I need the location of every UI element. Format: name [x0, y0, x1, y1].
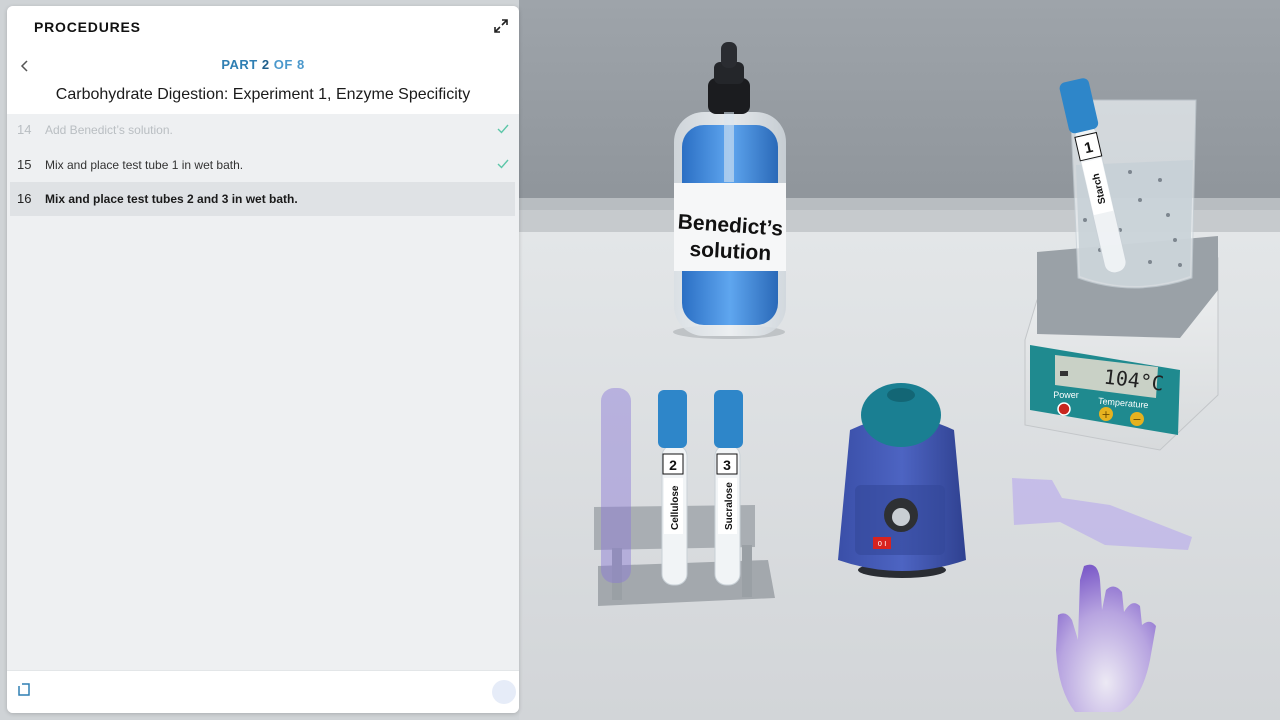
panel-footer	[7, 670, 519, 713]
export-icon[interactable]	[16, 681, 32, 697]
power-button[interactable]	[1057, 402, 1071, 416]
power-label: Power	[1053, 390, 1079, 400]
tube-2-number: 2	[669, 457, 677, 473]
part-indicator: PART 2 OF 8	[7, 57, 519, 72]
tube-3-label: Sucralose	[724, 482, 735, 530]
step-16[interactable]: 16 Mix and place test tubes 2 and 3 in w…	[10, 182, 515, 216]
plus-icon: +	[1101, 408, 1110, 421]
tube-3-number: 3	[723, 457, 731, 473]
test-tube-2[interactable]: 2 Cellulose	[658, 390, 688, 586]
part-prefix: PART	[221, 57, 258, 72]
procedures-panel: PROCEDURES PART 2 OF 8 Carbohydrate Dige…	[7, 6, 519, 713]
expand-icon[interactable]	[493, 18, 509, 34]
step-number: 14	[17, 122, 32, 137]
step-15[interactable]: 15 Mix and place test tube 1 in wet bath…	[10, 148, 515, 182]
bottle-label-line2: solution	[689, 238, 772, 265]
step-number: 16	[17, 191, 32, 206]
panel-title: PROCEDURES	[34, 19, 141, 35]
step-text: Mix and place test tube 1 in wet bath.	[45, 158, 244, 172]
check-icon	[497, 124, 509, 134]
part-current: 2	[261, 57, 270, 72]
step-text: Add Benedict’s solution.	[45, 123, 173, 137]
vortex-switch-label: 0 I	[878, 540, 887, 548]
step-number: 15	[17, 157, 32, 172]
tube-2-label: Cellulose	[670, 485, 681, 530]
part-of: OF	[273, 57, 293, 72]
step-text: Mix and place test tubes 2 and 3 in wet …	[45, 192, 298, 206]
experiment-title: Carbohydrate Digestion: Experiment 1, En…	[7, 86, 519, 114]
help-button[interactable]	[492, 680, 516, 704]
test-tube-3[interactable]: 3 Sucralose	[714, 390, 743, 586]
step-14[interactable]: 14 Add Benedict’s solution.	[10, 113, 515, 147]
part-total: 8	[296, 57, 305, 72]
check-icon	[497, 159, 509, 169]
minus-icon: −	[1132, 413, 1141, 426]
experiment-title-text: Carbohydrate Digestion: Experiment 1, En…	[55, 86, 471, 103]
ghost-tube-slot	[601, 388, 631, 583]
